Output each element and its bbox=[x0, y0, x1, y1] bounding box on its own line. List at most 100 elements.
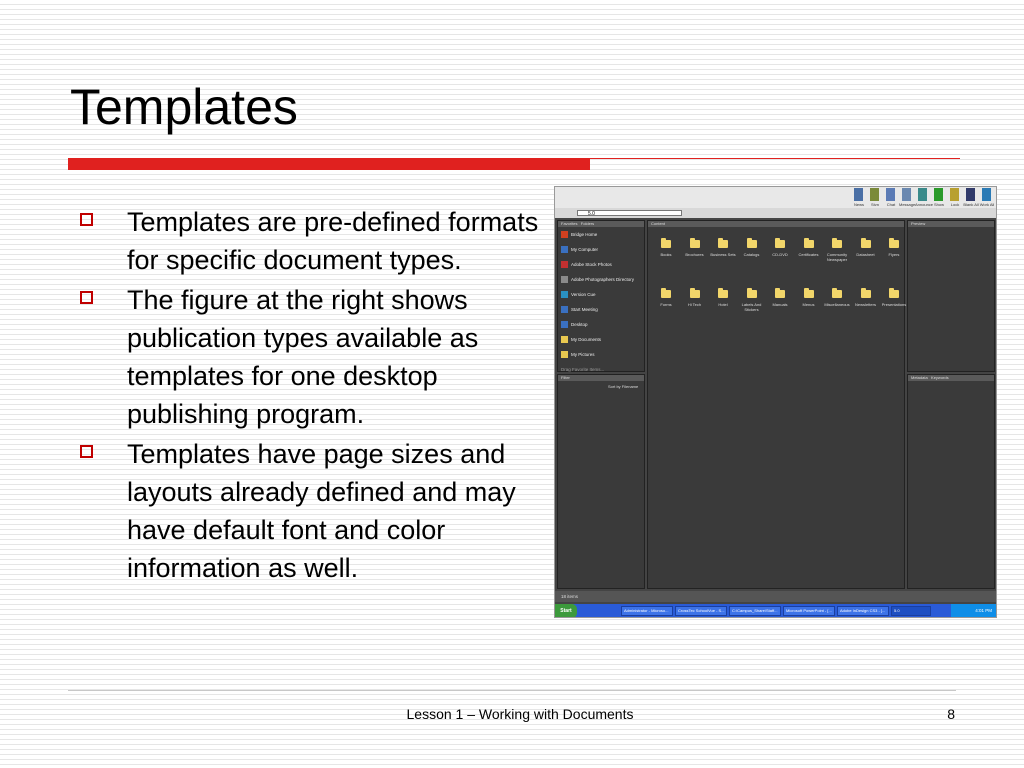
folder-icon[interactable] bbox=[889, 290, 899, 298]
folder-label: Catalogs bbox=[737, 252, 767, 257]
favorite-item[interactable]: Bridge Home bbox=[561, 229, 597, 240]
folder-icon[interactable] bbox=[661, 290, 671, 298]
clock: 4:01 PM bbox=[951, 604, 996, 618]
favorite-item[interactable]: Version Cue bbox=[561, 289, 596, 300]
folder-icon[interactable] bbox=[861, 290, 871, 298]
folder-icon[interactable] bbox=[889, 240, 899, 248]
favorite-item[interactable]: My Documents bbox=[561, 334, 601, 345]
favorite-label: Desktop bbox=[571, 322, 588, 327]
favorite-item[interactable]: My Computer bbox=[561, 244, 598, 255]
folder-icon[interactable] bbox=[690, 290, 700, 298]
favorite-item[interactable]: Adobe Stock Photos bbox=[561, 259, 612, 270]
favorite-item[interactable]: Start Meeting bbox=[561, 304, 598, 315]
toolbar-button-label: Show bbox=[931, 202, 947, 207]
toolbar-button-icon[interactable] bbox=[902, 188, 911, 201]
folder-icon[interactable] bbox=[804, 240, 814, 248]
folder-icon[interactable] bbox=[832, 240, 842, 248]
toolbar-button-icon[interactable] bbox=[934, 188, 943, 201]
favorites-tab[interactable]: Favorites Folders bbox=[558, 221, 644, 227]
favorite-icon bbox=[561, 351, 568, 358]
favorite-icon bbox=[561, 231, 568, 238]
folder-icon[interactable] bbox=[861, 240, 871, 248]
folder-label: Hotel bbox=[708, 302, 738, 307]
folder-label: Brochures bbox=[680, 252, 710, 257]
filter-tab[interactable]: Filter bbox=[558, 375, 644, 381]
toolbar-button-label: News bbox=[851, 202, 867, 207]
favorite-label: Bridge Home bbox=[571, 232, 597, 237]
folder-label: Datasheet bbox=[851, 252, 881, 257]
taskbar-item[interactable]: Administrator - Microso... bbox=[621, 606, 673, 616]
toolbar-button-icon[interactable] bbox=[854, 188, 863, 201]
favorite-label: Version Cue bbox=[571, 292, 596, 297]
start-button[interactable]: Start bbox=[555, 604, 577, 618]
folder-icon[interactable] bbox=[747, 290, 757, 298]
square-bullet-icon bbox=[80, 213, 93, 226]
toolbar-button-label: Message bbox=[899, 202, 915, 207]
folder-label: Business Sets bbox=[708, 252, 738, 257]
favorite-item[interactable]: Desktop bbox=[561, 319, 588, 330]
favorite-item[interactable]: Adobe Photographers Directory bbox=[561, 274, 634, 285]
toolbar-button-label: Blank All bbox=[963, 202, 979, 207]
toolbar-button-icon[interactable] bbox=[966, 188, 975, 201]
taskbar-item[interactable]: Adobe InDesign CS3 - [... bbox=[837, 606, 889, 616]
app-toolbar: NewsStvnChatMessageAnnounceShowLockBlank… bbox=[555, 187, 996, 208]
folder-label: Flyers bbox=[879, 252, 909, 257]
folder-icon[interactable] bbox=[718, 240, 728, 248]
favorite-icon bbox=[561, 246, 568, 253]
favorite-icon bbox=[561, 306, 568, 313]
bullet-text: The figure at the right shows publicatio… bbox=[127, 285, 478, 429]
folder-icon[interactable] bbox=[832, 290, 842, 298]
taskbar: Start 4:01 PM Administrator - Microso...… bbox=[555, 604, 996, 618]
toolbar-button-icon[interactable] bbox=[870, 188, 879, 201]
taskbar-item[interactable]: C:\Campus_Share\Staff... bbox=[729, 606, 781, 616]
folder-icon[interactable] bbox=[747, 240, 757, 248]
toolbar-button-icon[interactable] bbox=[886, 188, 895, 201]
sort-label[interactable]: Sort by Filename bbox=[608, 384, 638, 389]
folder-icon[interactable] bbox=[804, 290, 814, 298]
bullet-item: Templates are pre-defined formats for sp… bbox=[80, 203, 550, 279]
folder-icon[interactable] bbox=[775, 240, 785, 248]
favorite-icon bbox=[561, 261, 568, 268]
folder-label: Manuals bbox=[765, 302, 795, 307]
taskbar-item[interactable]: CrossTec SchoolVue - S... bbox=[675, 606, 727, 616]
metadata-tab[interactable]: Metadata Keywords bbox=[908, 375, 994, 381]
toolbar-button-icon[interactable] bbox=[982, 188, 991, 201]
toolbar-button-label: Announce bbox=[915, 202, 931, 207]
content-pane: Content BooksBrochuresBusiness SetsCatal… bbox=[647, 220, 905, 589]
preview-tab[interactable]: Preview bbox=[908, 221, 994, 227]
toolbar-button-icon[interactable] bbox=[950, 188, 959, 201]
favorite-icon bbox=[561, 276, 568, 283]
address-field[interactable]: 5.0 bbox=[577, 210, 682, 216]
preview-pane: Preview bbox=[907, 220, 995, 372]
bullet-text: Templates are pre-defined formats for sp… bbox=[127, 207, 538, 275]
bullet-text: Templates have page sizes and layouts al… bbox=[127, 439, 516, 583]
slide-title: Templates bbox=[70, 78, 298, 136]
title-underline bbox=[68, 158, 590, 170]
folder-label: Labels And Stickers bbox=[737, 302, 767, 312]
folder-icon[interactable] bbox=[718, 290, 728, 298]
folder-label: Miscellaneous bbox=[822, 302, 852, 307]
taskbar-item[interactable]: Microsoft PowerPoint - [... bbox=[783, 606, 835, 616]
favorites-pane: Favorites Folders Bridge Home My Computer… bbox=[557, 220, 645, 372]
favorite-label: My Pictures bbox=[571, 352, 595, 357]
taskbar-item[interactable]: 5.0 bbox=[891, 606, 931, 616]
toolbar-button-icon[interactable] bbox=[918, 188, 927, 201]
favorite-item[interactable]: My Pictures bbox=[561, 349, 595, 360]
bridge-screenshot-figure: NewsStvnChatMessageAnnounceShowLockBlank… bbox=[554, 186, 997, 618]
folder-icon[interactable] bbox=[690, 240, 700, 248]
folder-icon[interactable] bbox=[775, 290, 785, 298]
title-underline-thin bbox=[590, 158, 960, 159]
footer-divider bbox=[68, 690, 956, 691]
favorite-label: My Documents bbox=[571, 337, 601, 342]
folder-label: Newsletters bbox=[851, 302, 881, 307]
status-bar: 18 items bbox=[555, 591, 996, 602]
content-tab[interactable]: Content bbox=[648, 221, 904, 227]
favorite-icon bbox=[561, 336, 568, 343]
folder-label: Menus bbox=[794, 302, 824, 307]
toolbar-button-label: Chat bbox=[883, 202, 899, 207]
folder-label: Certificates bbox=[794, 252, 824, 257]
filter-pane: Filter Sort by Filename bbox=[557, 374, 645, 589]
address-bar: 5.0 bbox=[555, 208, 996, 218]
folder-icon[interactable] bbox=[661, 240, 671, 248]
folder-label: Hi Tech bbox=[680, 302, 710, 307]
